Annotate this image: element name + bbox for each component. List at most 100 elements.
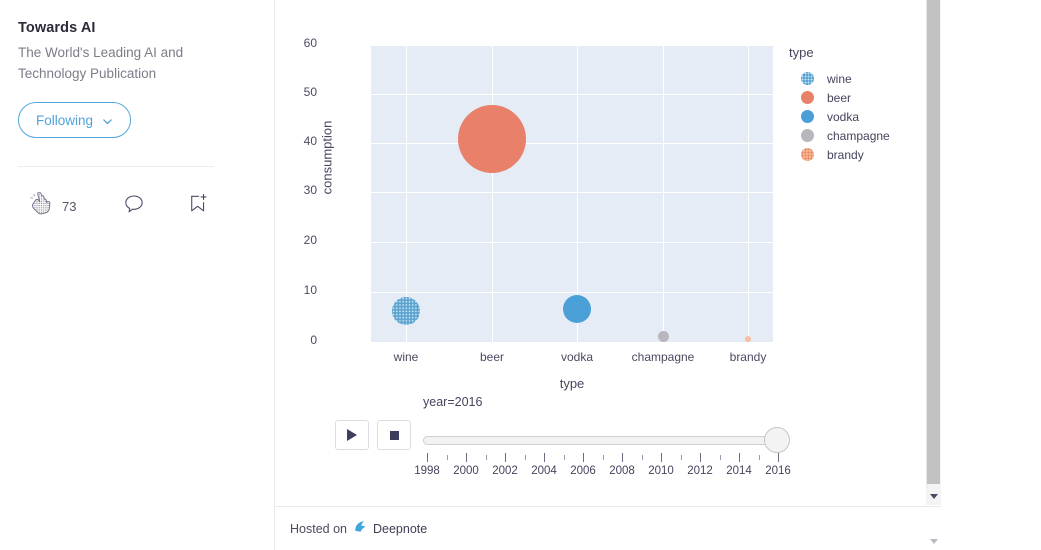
slider-year-2006: 2006 xyxy=(570,465,596,477)
legend-label-wine: wine xyxy=(827,71,852,86)
year-slider-track[interactable] xyxy=(423,436,781,445)
legend-item-wine[interactable]: wine xyxy=(785,69,920,88)
notebook-scroll-area: 60 50 40 30 20 10 0 wine beer vodka cham… xyxy=(275,0,921,505)
slider-tick-1999 xyxy=(447,455,448,460)
ytick-20: 20 xyxy=(303,233,317,247)
slider-year-2008: 2008 xyxy=(609,465,635,477)
slider-year-2004: 2004 xyxy=(531,465,557,477)
year-slider-knob[interactable] xyxy=(764,427,790,453)
legend-swatch-champagne xyxy=(801,129,814,142)
legend-swatch-vodka xyxy=(801,110,814,123)
ytick-40: 40 xyxy=(303,134,317,148)
slider-year-2010: 2010 xyxy=(648,465,674,477)
slider-year-2014: 2014 xyxy=(726,465,752,477)
slider-tick-2008 xyxy=(622,453,623,462)
scrollbar-thumb[interactable] xyxy=(927,0,940,484)
resize-corner-glyph xyxy=(929,538,938,544)
scrollbar-down-button[interactable] xyxy=(926,488,941,505)
stop-square-icon xyxy=(389,430,399,440)
marker-vodka[interactable] xyxy=(563,295,591,323)
plot-area xyxy=(371,45,773,343)
marker-wine[interactable] xyxy=(392,297,420,325)
plotly-figure: 60 50 40 30 20 10 0 wine beer vodka cham… xyxy=(275,0,921,505)
gridline-y-60 xyxy=(371,45,773,46)
legend-swatch-wine xyxy=(801,72,814,85)
stop-button[interactable] xyxy=(377,420,411,450)
legend-swatch-beer xyxy=(801,91,814,104)
following-button[interactable]: Following xyxy=(18,102,132,138)
slider-tick-1998 xyxy=(427,453,428,462)
slider-tick-2010 xyxy=(661,453,662,462)
marker-brandy[interactable] xyxy=(745,336,751,342)
chevron-down-icon xyxy=(102,115,113,126)
clap-button[interactable]: 73 xyxy=(30,191,77,221)
ytick-30: 30 xyxy=(303,183,317,197)
y-axis-title: consumption xyxy=(319,120,335,195)
legend-item-vodka[interactable]: vodka xyxy=(785,107,920,126)
slider-tick-2002 xyxy=(505,453,506,462)
slider-value-label: year=2016 xyxy=(423,395,483,409)
slider-year-2012: 2012 xyxy=(687,465,713,477)
ytick-50: 50 xyxy=(303,85,317,99)
bookmark-add-icon xyxy=(189,193,209,220)
gridline-x-brandy xyxy=(748,45,749,343)
slider-tick-2006 xyxy=(583,453,584,462)
legend-title: type xyxy=(789,45,814,60)
legend-swatch-brandy xyxy=(801,148,814,161)
xtick-brandy: brandy xyxy=(729,350,767,364)
publication-tagline: The World's Leading AI and Technology Pu… xyxy=(18,45,184,81)
bookmark-button[interactable] xyxy=(189,193,209,220)
legend-label-brandy: brandy xyxy=(827,147,864,162)
legend: type wine beer vodka champagne brandy xyxy=(785,45,920,164)
deepnote-logo-icon xyxy=(353,519,368,539)
slider-year-2000: 2000 xyxy=(453,465,479,477)
slider-tick-2004 xyxy=(544,453,545,462)
gridline-y-0 xyxy=(371,342,773,343)
slider-year-2002: 2002 xyxy=(492,465,518,477)
x-axis-title: type xyxy=(559,376,585,391)
gridline-y-20 xyxy=(371,242,773,243)
gridline-y-40 xyxy=(371,143,773,144)
comment-button[interactable] xyxy=(124,194,144,219)
slider-tick-2014 xyxy=(739,453,740,462)
play-button[interactable] xyxy=(335,420,369,450)
slider-tick-2016 xyxy=(778,453,779,462)
slider-tick-2013 xyxy=(720,455,721,460)
play-triangle-icon xyxy=(347,429,357,441)
gridline-y-30 xyxy=(371,192,773,193)
gridline-x-champagne xyxy=(663,45,664,343)
legend-item-champagne[interactable]: champagne xyxy=(785,126,920,145)
slider-year-1998: 1998 xyxy=(414,465,440,477)
clap-count: 73 xyxy=(62,199,77,214)
ytick-60: 60 xyxy=(303,36,317,50)
comment-icon xyxy=(124,194,144,219)
following-label: Following xyxy=(36,112,94,128)
legend-label-vodka: vodka xyxy=(827,109,860,124)
publication-name: Towards AI xyxy=(18,20,96,36)
slider-tick-2000 xyxy=(466,453,467,462)
legend-item-brandy[interactable]: brandy xyxy=(785,145,920,164)
deepnote-brand-label: Deepnote xyxy=(372,521,428,536)
marker-champagne[interactable] xyxy=(658,331,669,342)
page-root: Towards AI The World's Leading AI and Te… xyxy=(0,0,1041,550)
slider-year-2016: 2016 xyxy=(765,465,791,477)
hosted-on-label: Hosted on xyxy=(290,521,347,536)
resize-corner-icon[interactable] xyxy=(926,532,941,550)
notebook-scrollbar[interactable] xyxy=(926,0,941,505)
sidebar-divider xyxy=(18,166,214,167)
marker-beer[interactable] xyxy=(458,105,526,173)
article-action-bar: 73 xyxy=(30,191,209,221)
legend-item-beer[interactable]: beer xyxy=(785,88,920,107)
gridline-x-beer xyxy=(492,45,493,343)
notebook-embed-panel: 60 50 40 30 20 10 0 wine beer vodka cham… xyxy=(274,0,941,550)
slider-tick-2001 xyxy=(486,455,487,460)
legend-label-champagne: champagne xyxy=(827,128,890,143)
slider-tick-2011 xyxy=(681,455,682,460)
slider-tick-2012 xyxy=(700,453,701,462)
notebook-footer: Hosted on Deepnote xyxy=(275,506,941,550)
clap-icon xyxy=(30,191,52,221)
slider-tick-2003 xyxy=(525,455,526,460)
slider-tick-2015 xyxy=(759,455,760,460)
slider-tick-2007 xyxy=(603,455,604,460)
slider-tick-2009 xyxy=(642,455,643,460)
